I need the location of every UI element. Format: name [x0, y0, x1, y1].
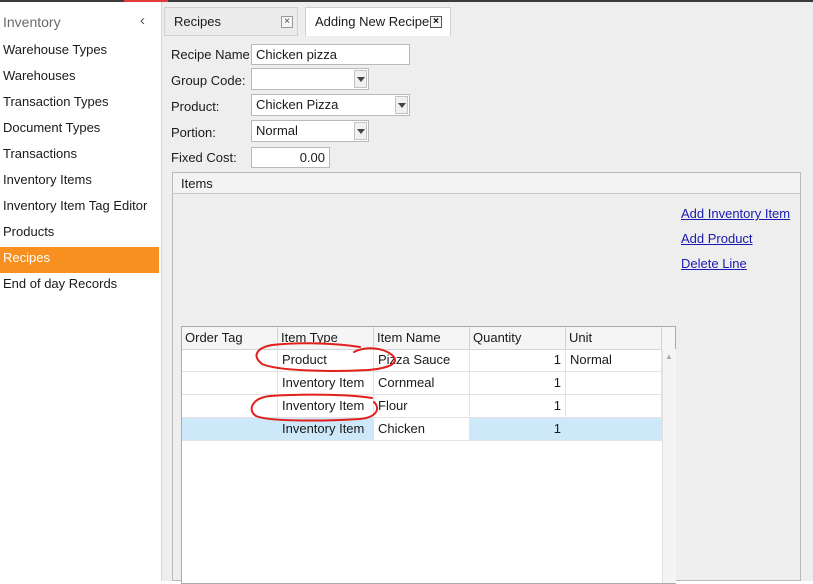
tab-label: Recipes: [174, 14, 221, 29]
cell-item-type[interactable]: Product: [278, 349, 374, 372]
column-header-item-type[interactable]: Item Type: [278, 327, 374, 349]
sidebar-item-document-types[interactable]: Document Types: [0, 117, 159, 143]
grid-header: Order Tag Item Type Item Name Quantity U…: [182, 327, 675, 350]
cell-order-tag[interactable]: [182, 349, 278, 372]
group-code-label: Group Code:: [171, 73, 246, 88]
cell-order-tag[interactable]: [182, 418, 278, 441]
sidebar-item-warehouses[interactable]: Warehouses: [0, 65, 159, 91]
cell-quantity[interactable]: 1: [470, 372, 566, 395]
product-label: Product:: [171, 99, 220, 114]
column-header-quantity[interactable]: Quantity: [470, 327, 566, 349]
portion-combo[interactable]: Normal: [251, 120, 369, 142]
recipe-name-field[interactable]: Chicken pizza: [251, 44, 410, 65]
grid-vertical-scrollbar[interactable]: ▲: [662, 349, 676, 583]
close-icon[interactable]: ×: [281, 16, 293, 28]
column-header-order-tag[interactable]: Order Tag: [182, 327, 278, 349]
cell-quantity[interactable]: 1: [470, 418, 566, 441]
items-group-header: Items: [173, 173, 800, 194]
product-combo[interactable]: Chicken Pizza: [251, 94, 410, 116]
cell-order-tag[interactable]: [182, 372, 278, 395]
sidebar-list: Warehouse Types Warehouses Transaction T…: [0, 39, 159, 299]
sidebar-item-inventory-items[interactable]: Inventory Items: [0, 169, 159, 195]
chevron-down-icon[interactable]: [354, 70, 367, 88]
tab-recipes[interactable]: Recipes ×: [164, 7, 298, 36]
sidebar: Inventory ‹ Warehouse Types Warehouses T…: [0, 2, 159, 581]
table-row-selected[interactable]: Inventory Item Chicken 1: [182, 418, 662, 441]
sidebar-item-transactions[interactable]: Transactions: [0, 143, 159, 169]
sidebar-item-warehouse-types[interactable]: Warehouse Types: [0, 39, 159, 65]
cell-item-name[interactable]: Pizza Sauce: [374, 349, 470, 372]
table-row[interactable]: Product Pizza Sauce 1 Normal: [182, 349, 662, 372]
tab-label: Adding New Recipe: [315, 14, 430, 29]
cell-unit[interactable]: [566, 395, 662, 418]
cell-unit[interactable]: [566, 418, 662, 441]
group-code-combo[interactable]: [251, 68, 369, 90]
cell-unit[interactable]: Normal: [566, 349, 662, 372]
collapse-chevron-icon[interactable]: ‹: [140, 12, 152, 30]
cell-order-tag[interactable]: [182, 395, 278, 418]
product-value: Chicken Pizza: [256, 97, 339, 112]
column-header-item-name[interactable]: Item Name: [374, 327, 470, 349]
cell-quantity[interactable]: 1: [470, 349, 566, 372]
cell-item-name[interactable]: Cornmeal: [374, 372, 470, 395]
cell-item-type[interactable]: Inventory Item: [278, 372, 374, 395]
cell-item-name[interactable]: Flour: [374, 395, 470, 418]
cell-item-type[interactable]: Inventory Item: [278, 395, 374, 418]
chevron-down-icon[interactable]: [354, 122, 367, 140]
items-group-title: Items: [181, 176, 213, 191]
column-header-unit[interactable]: Unit: [566, 327, 662, 349]
sidebar-item-products[interactable]: Products: [0, 221, 159, 247]
chevron-down-icon[interactable]: [395, 96, 408, 114]
cell-item-type[interactable]: Inventory Item: [278, 418, 374, 441]
cell-quantity[interactable]: 1: [470, 395, 566, 418]
tab-adding-new-recipe[interactable]: Adding New Recipe ×: [305, 7, 451, 36]
sidebar-item-end-of-day-records[interactable]: End of day Records: [0, 273, 159, 299]
fixed-cost-field[interactable]: 0.00: [251, 147, 330, 168]
delete-line-link[interactable]: Delete Line: [681, 256, 747, 271]
sidebar-header: Inventory ‹: [0, 12, 159, 34]
scroll-up-icon[interactable]: ▲: [665, 352, 673, 361]
add-inventory-item-link[interactable]: Add Inventory Item: [681, 206, 790, 221]
close-icon[interactable]: ×: [430, 16, 442, 28]
recipe-name-label: Recipe Name:: [171, 47, 254, 62]
sidebar-title: Inventory: [3, 14, 61, 30]
items-group-body: Add Inventory Item Add Product Delete Li…: [173, 194, 800, 584]
portion-value: Normal: [256, 123, 298, 138]
items-group: Items Add Inventory Item Add Product Del…: [172, 172, 801, 584]
table-row[interactable]: Inventory Item Flour 1: [182, 395, 662, 418]
table-row[interactable]: Inventory Item Cornmeal 1: [182, 372, 662, 395]
sidebar-item-transaction-types[interactable]: Transaction Types: [0, 91, 159, 117]
cell-item-name[interactable]: Chicken: [374, 418, 470, 441]
cell-unit[interactable]: [566, 372, 662, 395]
portion-label: Portion:: [171, 125, 216, 140]
recipe-form: Recipe Name: Chicken pizza Group Code: P…: [162, 36, 813, 584]
sidebar-item-inventory-item-tag-editor[interactable]: Inventory Item Tag Editor: [0, 195, 159, 221]
fixed-cost-label: Fixed Cost:: [171, 150, 237, 165]
tab-strip: Recipes × Adding New Recipe ×: [162, 2, 813, 36]
sidebar-item-recipes[interactable]: Recipes: [0, 247, 159, 273]
add-product-link[interactable]: Add Product: [681, 231, 753, 246]
items-grid: Order Tag Item Type Item Name Quantity U…: [181, 326, 676, 584]
